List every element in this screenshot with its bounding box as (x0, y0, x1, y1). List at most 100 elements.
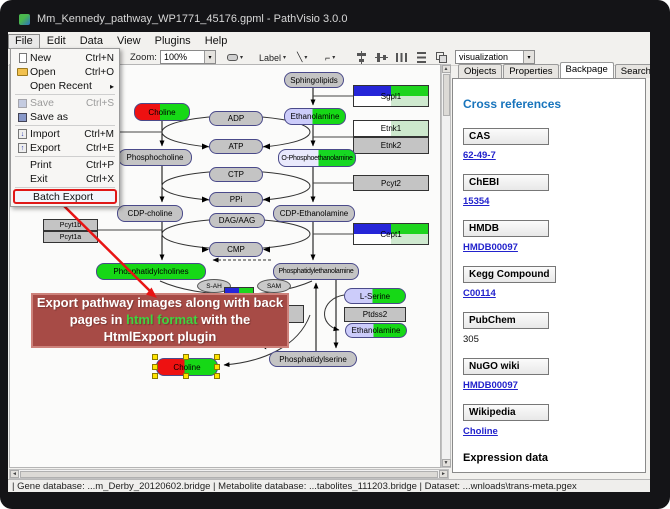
gene-box-pcyt1b[interactable]: Pcyt1b (43, 219, 98, 231)
canvas-vertical-scrollbar[interactable]: ▲ ▼ (441, 64, 451, 468)
open-folder-icon (15, 68, 30, 76)
xref-link-wikipedia[interactable]: Choline (463, 426, 635, 437)
node-cmp[interactable]: CMP (209, 242, 263, 257)
save-icon (15, 99, 30, 108)
stack-icon (435, 51, 448, 64)
node-adp[interactable]: ADP (209, 111, 263, 126)
menu-item-open[interactable]: Open Ctrl+O (12, 65, 118, 79)
line-tool-dropdown[interactable]: ╲ ▾ (294, 50, 310, 65)
scroll-up-icon[interactable]: ▲ (442, 65, 451, 73)
canvas-horizontal-scrollbar[interactable]: ◄ ► (9, 469, 449, 479)
selection-handle[interactable] (183, 373, 189, 379)
node-sam[interactable]: SAM (257, 279, 291, 293)
tab-properties[interactable]: Properties (503, 64, 558, 78)
connector-tool-dropdown[interactable]: ⌐ ▾ (322, 50, 338, 65)
menu-separator (15, 125, 115, 126)
scroll-left-icon[interactable]: ◄ (10, 470, 19, 478)
menu-item-import[interactable]: ↓ Import Ctrl+M (12, 127, 118, 141)
menu-item-exit[interactable]: Exit Ctrl+X (12, 172, 118, 186)
expression-data-heading: Expression data (463, 452, 635, 464)
node-dag-aag[interactable]: DAG/AAG (209, 213, 265, 228)
align-center-icon (355, 51, 368, 64)
selection-handle[interactable] (214, 364, 220, 370)
menu-item-new[interactable]: New Ctrl+N (12, 51, 118, 65)
node-sphingolipids[interactable]: Sphingolipids (284, 72, 344, 88)
node-atp[interactable]: ATP (209, 139, 263, 154)
xref-link-hmdb[interactable]: HMDB00097 (463, 242, 635, 253)
menu-plugins[interactable]: Plugins (148, 34, 198, 49)
datanode-dropdown[interactable]: ▾ (224, 50, 246, 65)
save-as-icon (15, 113, 30, 122)
selection-handle[interactable] (214, 354, 220, 360)
xref-header-cas: CAS (463, 128, 549, 145)
stack-button[interactable] (432, 50, 451, 65)
vertical-scroll-thumb[interactable] (443, 74, 450, 116)
xref-value-pubchem: 305 (463, 334, 635, 345)
gene-box-pcyt2[interactable]: Pcyt2 (353, 175, 429, 191)
menu-data[interactable]: Data (73, 34, 110, 49)
tab-search[interactable]: Search (615, 64, 650, 78)
chevron-down-icon: ▾ (240, 54, 243, 61)
gene-box-etnk2[interactable]: Etnk2 (353, 137, 429, 154)
zoom-combo[interactable]: 100% ▾ (160, 50, 216, 64)
distribute-horizontal-button[interactable] (392, 50, 411, 65)
chevron-down-icon: ▾ (283, 54, 286, 61)
menu-item-batch-export[interactable]: Batch Export (13, 189, 117, 204)
align-middle-button[interactable] (372, 50, 391, 65)
selection-handle[interactable] (152, 364, 158, 370)
menu-item-save-as[interactable]: Save as (12, 110, 118, 124)
align-middle-icon (375, 51, 388, 64)
gene-box-pcyt1a[interactable]: Pcyt1a (43, 231, 98, 243)
node-ctp[interactable]: CTP (209, 167, 263, 182)
node-ppi[interactable]: PPi (209, 192, 263, 207)
node-cdp-ethanolamine[interactable]: CDP-Ethanolamine (273, 205, 355, 222)
xref-link-nugo[interactable]: HMDB00097 (463, 380, 635, 391)
titlebar: Mm_Kennedy_pathway_WP1771_45176.gpml - P… (8, 7, 662, 31)
node-phosphocholine[interactable]: Phosphocholine (118, 149, 192, 166)
node-phosphatidylethanolamine[interactable]: Phosphatidylethanolamine (273, 263, 359, 280)
menu-file[interactable]: File (8, 34, 40, 49)
menu-item-print[interactable]: Print Ctrl+P (12, 158, 118, 172)
zoom-label: Zoom: (130, 52, 157, 63)
gene-box-sgpl1[interactable]: Sgpl1 (353, 85, 429, 107)
menu-item-export[interactable]: ↑ Export Ctrl+E (12, 141, 118, 155)
menu-view[interactable]: View (110, 34, 148, 49)
new-document-icon (15, 53, 30, 63)
menubar: File Edit Data View Plugins Help (8, 34, 650, 49)
annotation-callout: Export pathway images along with back pa… (31, 293, 289, 348)
menu-item-save[interactable]: Save Ctrl+S (12, 96, 118, 110)
horizontal-scroll-thumb[interactable] (20, 471, 438, 478)
xref-link-cas[interactable]: 62-49-7 (463, 150, 635, 161)
gene-box-ptdss2[interactable]: Ptdss2 (344, 307, 406, 322)
menu-item-open-recent[interactable]: Open Recent ▸ (12, 79, 118, 93)
xref-header-chebi: ChEBI (463, 174, 549, 191)
callout-line1: Export pathway images along with back (33, 295, 287, 312)
selection-handle[interactable] (214, 373, 220, 379)
selection-handle[interactable] (152, 354, 158, 360)
gene-box-cept1[interactable]: Cept1 (353, 223, 429, 245)
node-o-phosphoethanolamine[interactable]: O-Phosphoethanolamine (278, 149, 356, 167)
connector-tool-icon: ⌐ (325, 53, 330, 63)
node-ethanolamine-2[interactable]: Ethanolamine (345, 323, 407, 338)
scroll-down-icon[interactable]: ▼ (442, 459, 451, 467)
node-phosphatidylcholines[interactable]: Phosphatidylcholines (96, 263, 206, 280)
node-l-serine[interactable]: L-Serine (344, 288, 406, 304)
menu-help[interactable]: Help (198, 34, 235, 49)
xref-link-kegg[interactable]: C00114 (463, 288, 635, 299)
selection-handle[interactable] (152, 373, 158, 379)
node-choline[interactable]: Choline (134, 103, 190, 121)
node-phosphatidylserine[interactable]: Phosphatidylserine (269, 351, 357, 367)
menu-edit[interactable]: Edit (40, 34, 73, 49)
chevron-down-icon[interactable]: ▾ (204, 51, 215, 63)
node-ethanolamine[interactable]: Ethanolamine (284, 108, 346, 125)
label-dropdown[interactable]: Label ▾ (256, 50, 289, 65)
gene-box-etnk1[interactable]: Etnk1 (353, 120, 429, 137)
tab-backpage[interactable]: Backpage (560, 62, 614, 78)
node-cdp-choline[interactable]: CDP-choline (117, 205, 183, 222)
distribute-vertical-button[interactable] (412, 50, 431, 65)
tab-objects[interactable]: Objects (458, 64, 502, 78)
selection-handle[interactable] (183, 354, 189, 360)
xref-link-chebi[interactable]: 15354 (463, 196, 635, 207)
align-center-button[interactable] (352, 50, 371, 65)
scroll-right-icon[interactable]: ► (439, 470, 448, 478)
